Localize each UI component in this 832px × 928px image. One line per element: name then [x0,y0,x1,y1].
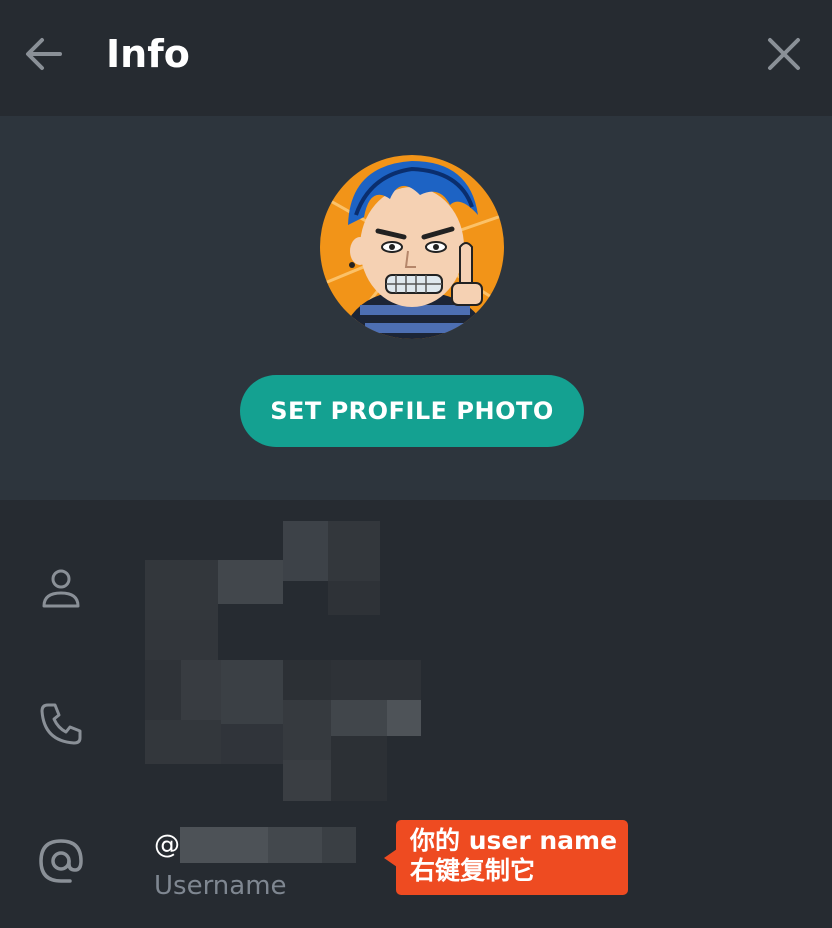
username-redaction [180,827,356,863]
person-icon [42,569,80,608]
phone-icon [40,703,82,745]
username-label: Username [154,871,287,901]
at-sign-icon [39,839,83,883]
back-button[interactable] [20,30,68,78]
annotation-line-1: 你的 user name [410,826,618,855]
avatar[interactable] [320,155,504,339]
name-field-row [36,563,86,613]
info-fields: @ Username 你的 user name 右键复制它 [0,500,832,928]
close-button[interactable] [760,30,808,78]
phone-field-row [36,699,86,749]
annotation-line-2: 右键复制它 [410,856,536,885]
profile-section: SET PROFILE PHOTO [0,116,832,500]
header: Info [0,0,832,116]
username-field-row [36,836,86,886]
annotation-callout: 你的 user name 右键复制它 [396,820,628,895]
username-value[interactable]: @ [154,825,356,865]
username-prefix: @ [154,830,180,860]
cartoon-avatar-image [320,155,504,339]
close-icon [768,38,800,70]
page-title: Info [106,32,190,76]
arrow-left-icon [26,38,62,70]
set-profile-photo-button[interactable]: SET PROFILE PHOTO [240,375,584,447]
